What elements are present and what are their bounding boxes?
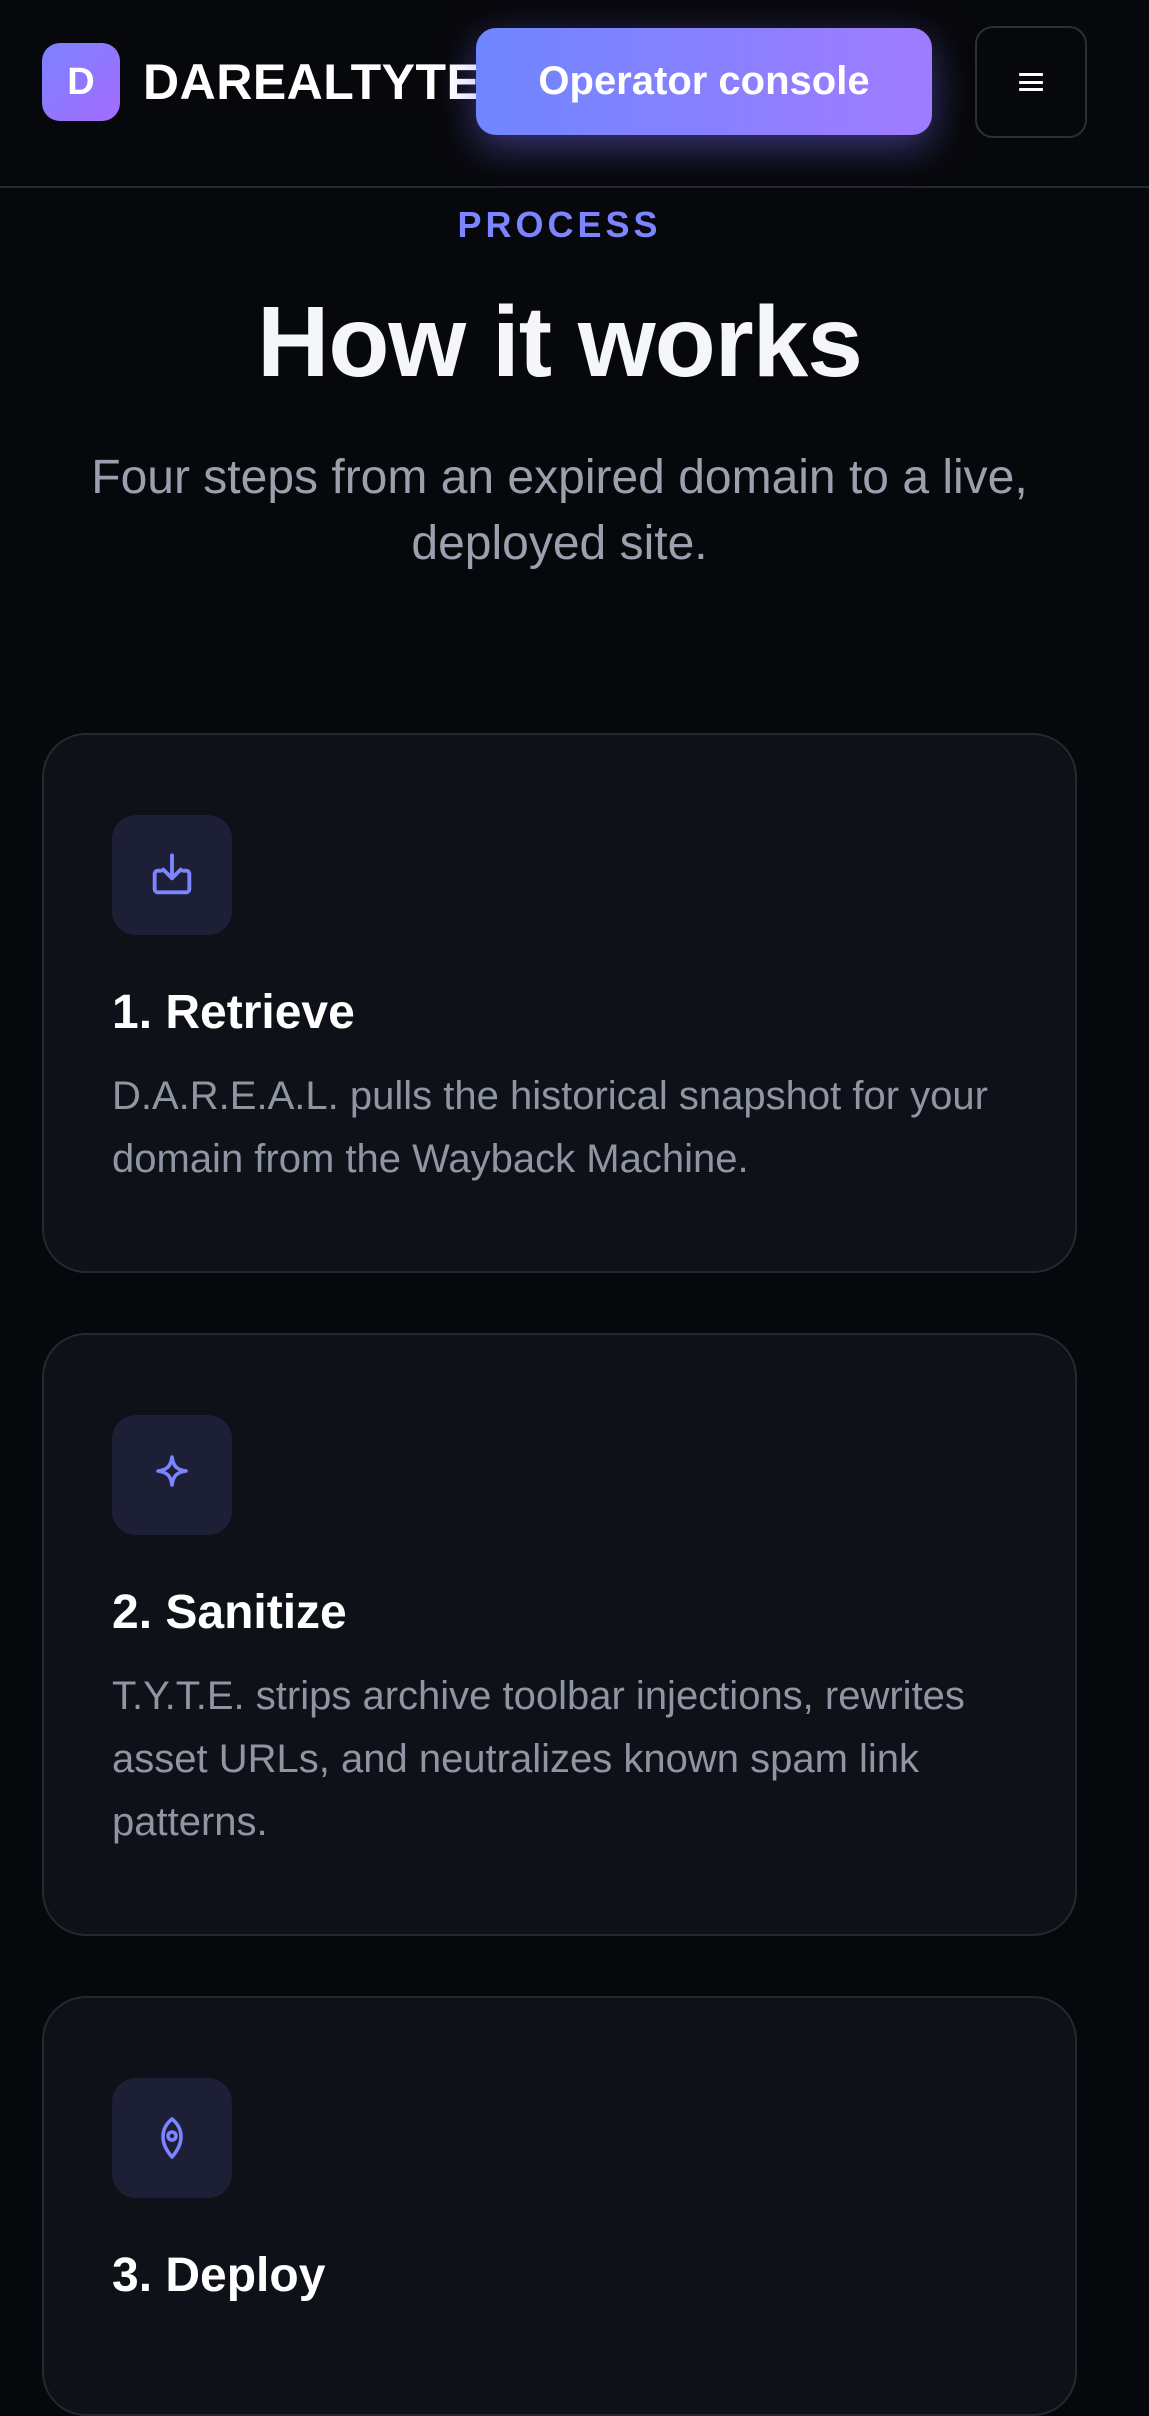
section-eyebrow: PROCESS <box>457 204 662 245</box>
step-card-retrieve: 1. Retrieve D.A.R.E.A.L. pulls the histo… <box>42 733 1077 1273</box>
operator-console-button[interactable]: Operator console <box>476 28 932 135</box>
sparkle-icon <box>112 1415 232 1535</box>
step-title: 3. Deploy <box>112 2249 326 2302</box>
section-title: How it works <box>257 286 863 398</box>
site-header: D DAREALTYTE Operator console <box>0 0 1149 188</box>
brand-name[interactable]: DAREALTYTE <box>143 52 480 112</box>
step-card-deploy: 3. Deploy <box>42 1996 1077 2416</box>
section-subtitle: Four steps from an expired domain to a l… <box>91 451 1028 570</box>
hamburger-menu-icon <box>1019 73 1043 91</box>
download-tray-icon <box>112 815 232 935</box>
step-title: 1. Retrieve <box>112 986 355 1039</box>
logo-letter: D <box>67 60 95 103</box>
step-description: D.A.R.E.A.L. pulls the historical snapsh… <box>112 1074 988 1181</box>
step-description: T.Y.T.E. strips archive toolbar injectio… <box>112 1674 965 1844</box>
rocket-icon <box>112 2078 232 2198</box>
logo-badge[interactable]: D <box>42 43 120 121</box>
menu-button[interactable] <box>975 26 1087 138</box>
step-title: 2. Sanitize <box>112 1586 347 1639</box>
step-card-sanitize: 2. Sanitize T.Y.T.E. strips archive tool… <box>42 1333 1077 1936</box>
